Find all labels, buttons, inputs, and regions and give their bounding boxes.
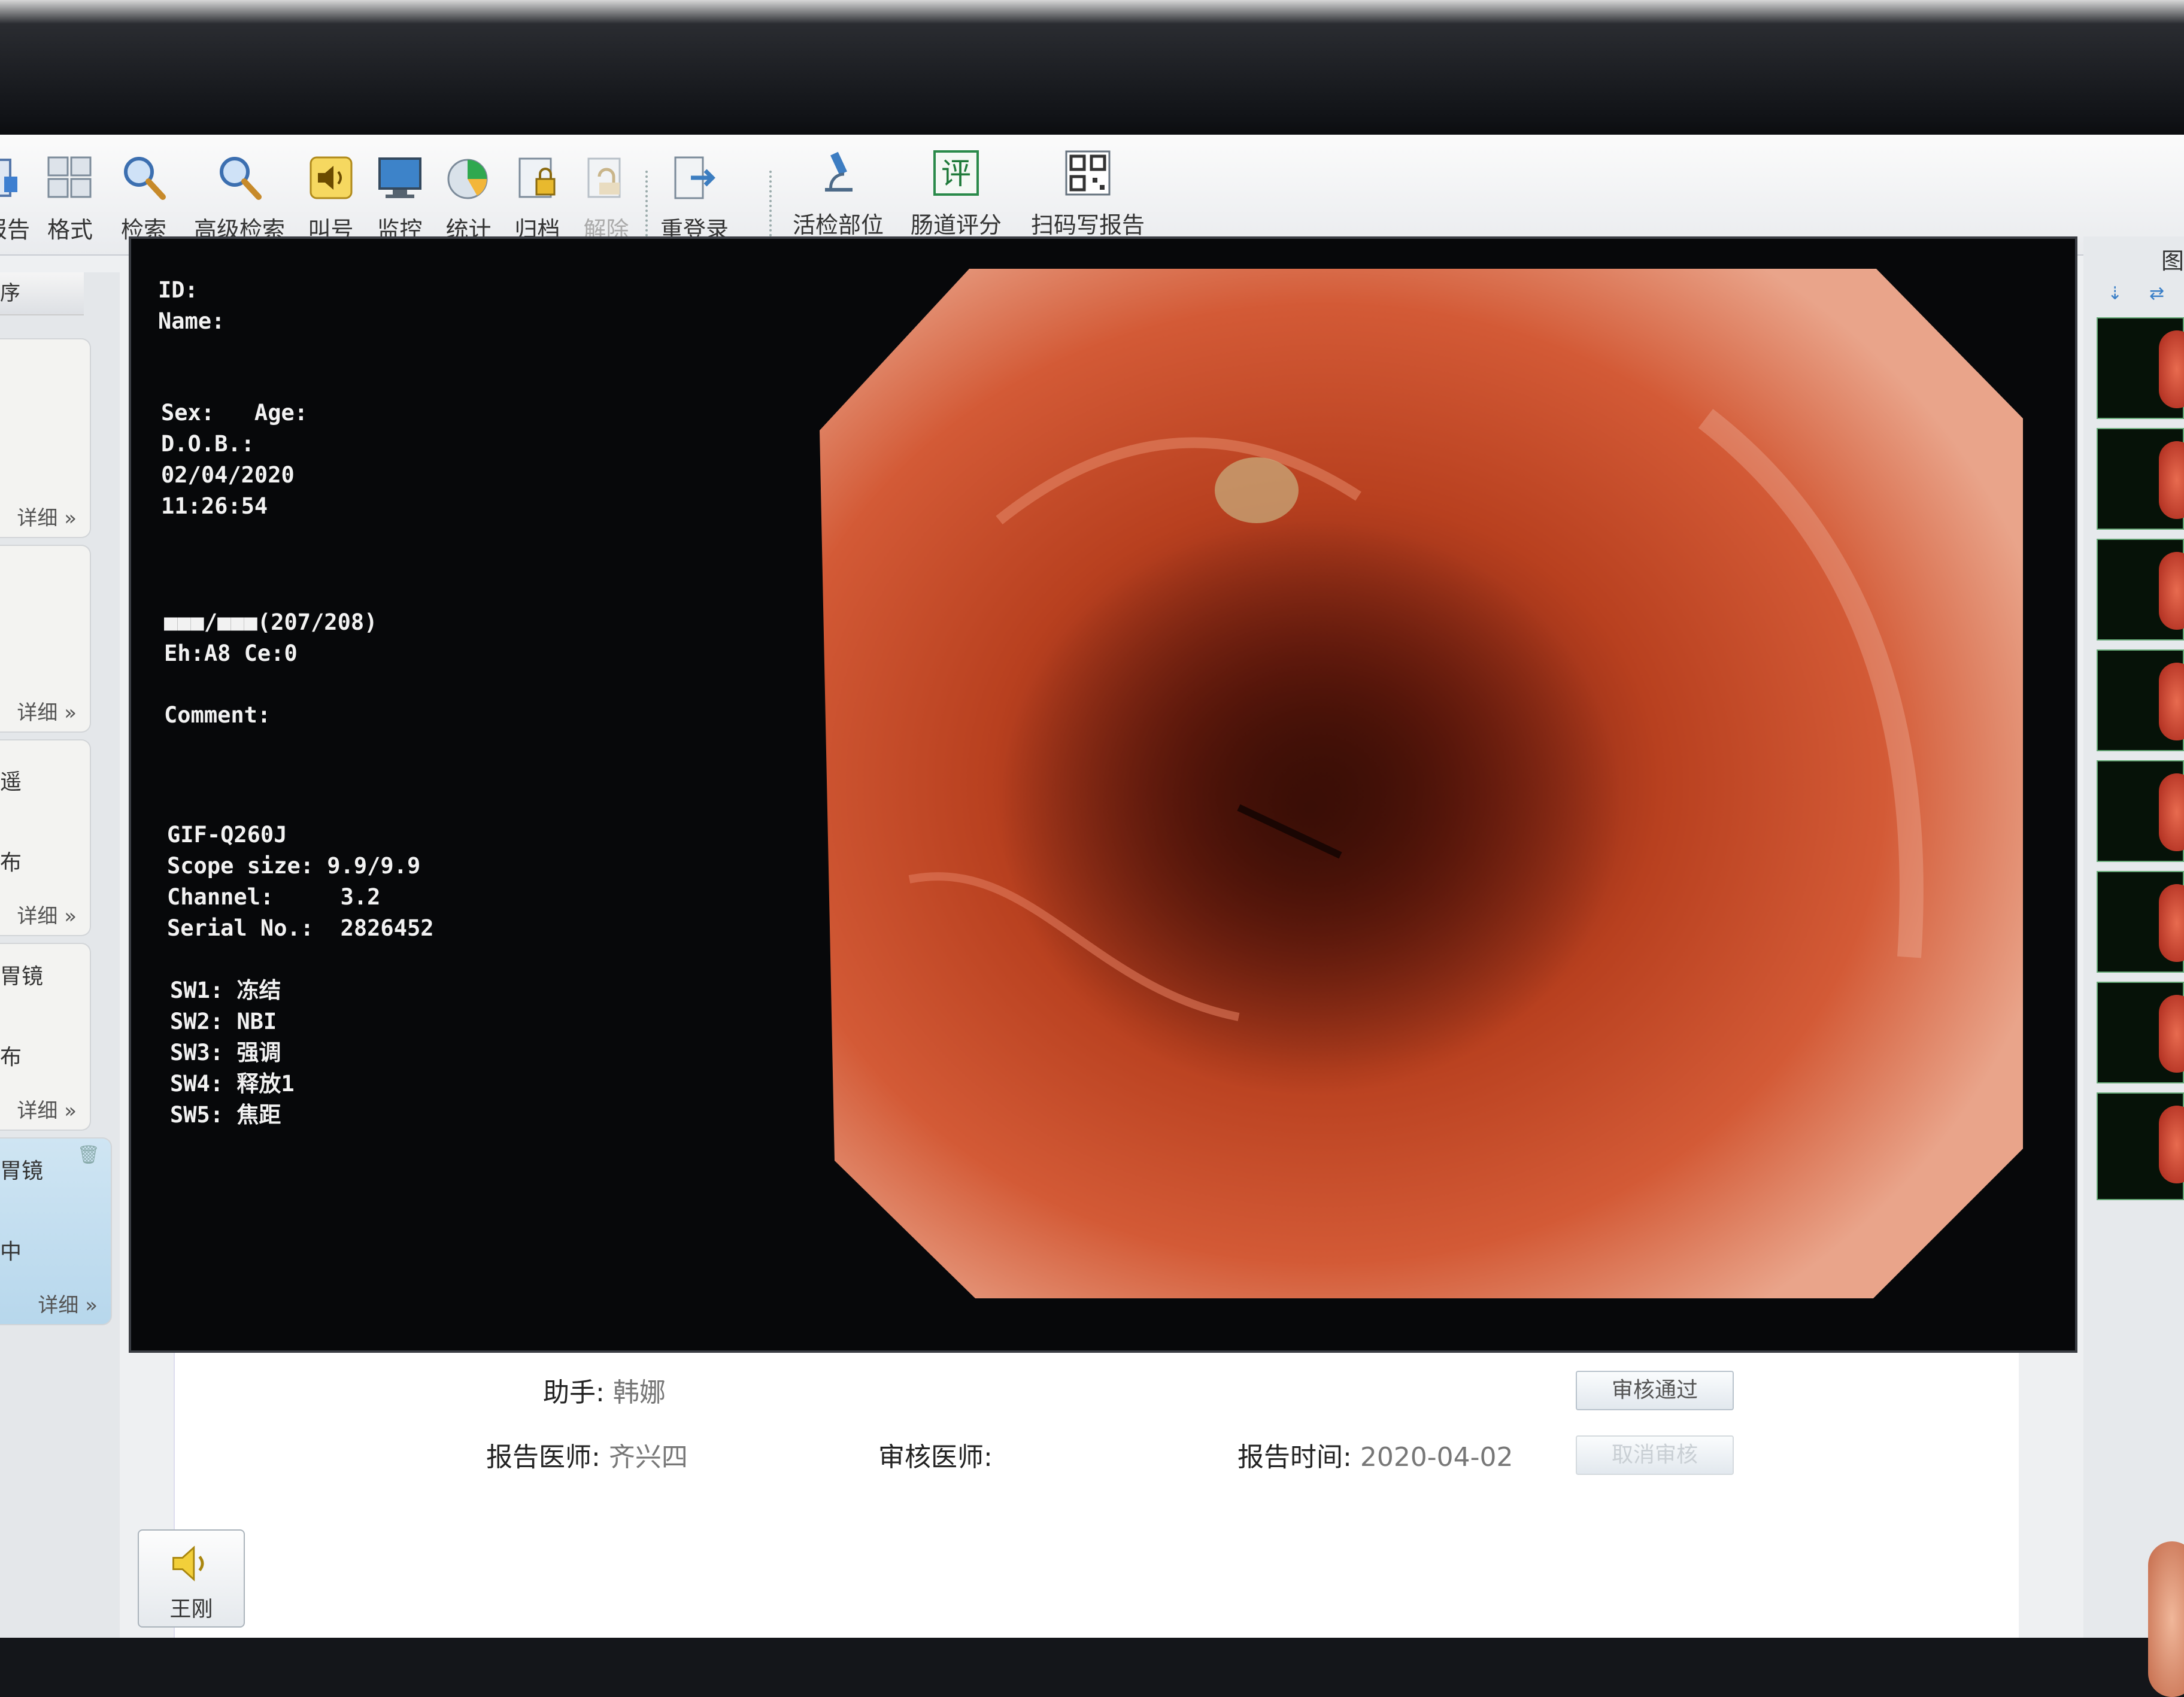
import-icon[interactable]: ⇣ — [2107, 283, 2122, 304]
patient-list-header: 序 — [0, 272, 84, 315]
archive-lock-icon — [518, 157, 555, 198]
image-thumbnail[interactable] — [2097, 982, 2184, 1083]
image-thumbnail[interactable] — [2097, 1092, 2184, 1200]
search-icon — [124, 157, 166, 200]
swap-icon[interactable]: ⇄ — [2149, 283, 2164, 304]
detail-link[interactable]: 详细 » — [38, 1289, 98, 1318]
patient-card[interactable]: 遥 布 详细 » — [0, 739, 91, 936]
thumbnail-panel-header: 图 — [2161, 248, 2184, 274]
assistant-field: 助手: 韩娜 — [543, 1377, 666, 1408]
exam-type: 胃镜 — [0, 964, 44, 989]
score-icon: 评 — [933, 150, 979, 196]
image-thumbnail[interactable] — [2097, 649, 2184, 751]
detail-link[interactable]: 详细 » — [17, 502, 77, 531]
advanced-search-icon — [220, 157, 262, 200]
exam-status: 布 — [0, 1045, 22, 1070]
pie-chart-icon — [447, 159, 487, 199]
patient-card[interactable]: 详细 » — [0, 545, 91, 733]
report-time-field: 报告时间: 2020-04-02 — [1237, 1442, 1513, 1473]
report-doctor-field: 报告医师: 齐兴四 — [486, 1442, 688, 1473]
anatomy-diagram — [2148, 1541, 2184, 1697]
detail-link[interactable]: 详细 » — [17, 1094, 77, 1124]
relogin-icon — [674, 156, 715, 199]
toolbar-format-button[interactable]: 格式 — [43, 153, 97, 254]
osd-frame-counter: ■■■/■■■(207/208) — [164, 609, 378, 635]
toolbar-bowel-score-button[interactable]: 评 肠道评分 — [905, 148, 1007, 250]
osd-comment: Comment: — [164, 702, 271, 728]
toolbar-report-button[interactable]: 报告 — [0, 153, 30, 254]
exam-type: 胃镜 — [0, 1159, 44, 1183]
osd-sw2: SW2: NBI — [170, 1009, 277, 1034]
osd-channel: Channel: 3.2 — [167, 884, 381, 910]
osd-dob: D.O.B.: — [161, 431, 254, 457]
osd-sex-age: Sex: Age: — [161, 400, 308, 426]
grid-layout-icon — [47, 156, 92, 198]
osd-time: 11:26:54 — [161, 493, 268, 519]
osd-enhancement: Eh:A8 Ce:0 — [164, 640, 298, 666]
report-icon — [0, 159, 17, 197]
toolbar-scan-report-button[interactable]: 扫码写报告 — [1025, 148, 1151, 250]
image-thumbnail[interactable] — [2097, 428, 2184, 530]
patient-card[interactable]: 胃镜 布 详细 » — [0, 943, 91, 1131]
image-thumbnail[interactable] — [2097, 317, 2184, 419]
monitor-bezel — [0, 0, 2184, 138]
patient-list-panel: 序 详细 » 详细 » 遥 布 详细 » 胃镜 布 详细 » 🗑 胃镜 中 详细… — [0, 272, 120, 1638]
osd-scope-model: GIF-Q260J — [167, 822, 287, 848]
osd-sw5: SW5: 焦距 — [170, 1102, 281, 1128]
detail-link[interactable]: 详细 » — [17, 696, 77, 725]
image-thumbnail-panel: 图 ⇣ ⇄ — [2083, 236, 2184, 1697]
qr-code-icon — [1065, 150, 1111, 196]
detail-link[interactable]: 详细 » — [17, 900, 77, 929]
toolbar-separator — [645, 171, 650, 236]
patient-card-selected[interactable]: 🗑 胃镜 中 详细 » — [0, 1137, 112, 1325]
osd-id: ID: — [158, 277, 198, 303]
osd-sw1: SW1: 冻结 — [170, 977, 281, 1003]
osd-date: 02/04/2020 — [161, 462, 295, 488]
exam-type: 遥 — [0, 770, 22, 794]
unarchive-icon — [587, 157, 620, 198]
osd-sw4: SW4: 释放1 — [170, 1071, 295, 1097]
microscope-icon — [825, 151, 853, 192]
speaker-icon — [310, 156, 352, 199]
cancel-review-button[interactable]: 取消审核 — [1576, 1435, 1734, 1475]
app-window: 报告 格式 检索 高级检索 叫号 监控 统计 归档 — [0, 135, 2184, 1697]
osd-sw3: SW3: 强调 — [170, 1040, 281, 1065]
exam-status: 布 — [0, 851, 22, 875]
approve-review-button[interactable]: 审核通过 — [1576, 1371, 1734, 1410]
endoscope-video-view[interactable]: ID: Name: Sex: Age: D.O.B.: 02/04/2020 1… — [129, 236, 2077, 1353]
svg-text:评: 评 — [941, 156, 971, 191]
image-thumbnail[interactable] — [2097, 871, 2184, 973]
monitor-icon — [378, 157, 421, 198]
speaker-icon — [172, 1546, 204, 1581]
report-time-value: 2020-04-02 — [1360, 1442, 1513, 1473]
toolbar-separator — [769, 171, 774, 236]
osd-name: Name: — [158, 308, 225, 334]
trash-icon[interactable]: 🗑 — [77, 1145, 100, 1165]
patient-card[interactable]: 详细 » — [0, 338, 91, 538]
image-thumbnail[interactable] — [2097, 539, 2184, 640]
endoscopy-image — [820, 269, 2023, 1298]
osd-scope-size: Scope size: 9.9/9.9 — [167, 853, 421, 879]
assistant-value: 韩娜 — [612, 1377, 666, 1408]
report-form: 助手: 韩娜 报告医师: 齐兴四 审核医师: 报告时间: 2020-04-02 审核通… — [174, 1353, 2019, 1638]
call-patient-button[interactable]: 王刚 — [138, 1529, 245, 1628]
toolbar-biopsy-site-button[interactable]: 活检部位 — [787, 148, 889, 250]
exam-status: 中 — [0, 1240, 22, 1264]
image-thumbnail[interactable] — [2097, 760, 2184, 862]
report-doctor-value: 齐兴四 — [608, 1442, 688, 1473]
reviewer-field: 审核医师: — [878, 1442, 993, 1473]
osd-serial: Serial No.: 2826452 — [167, 915, 434, 941]
